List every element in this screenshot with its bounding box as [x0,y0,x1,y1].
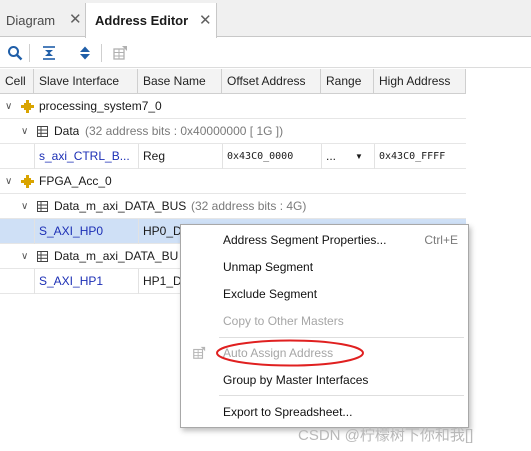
cell-slave-interface[interactable]: S_AXI_HP0 [39,219,103,244]
cell-detail: (32 address bits : 4G) [191,199,307,213]
cell-detail: (32 address bits : 0x40000000 [ 1G ]) [85,124,284,138]
tab-label: Diagram [6,12,56,28]
menu-item-exclude-segment[interactable]: Exclude Segment [181,282,468,306]
collapse-all-icon [43,46,55,60]
column-header-range[interactable]: Range [321,69,374,94]
menu-item-label: Copy to Other Masters [223,314,344,328]
cell-name: Data [54,124,80,138]
ip-block-icon [21,175,34,188]
column-header-cell[interactable]: Cell [0,69,34,94]
chevron-down-icon[interactable]: ∨ [21,119,28,144]
cell-slave-interface[interactable]: S_AXI_HP1 [39,269,103,294]
cell-base-name[interactable]: HP0_D [143,219,182,244]
menu-item-label: Group by Master Interfaces [223,373,369,387]
cell-range[interactable]: ... [326,144,336,169]
watermark: CSDN @柠檬树下你和我[] [298,427,474,444]
menu-item-unmap-segment[interactable]: Unmap Segment [181,255,468,279]
menu-item-label: Exclude Segment [223,287,318,301]
chevron-down-icon[interactable]: ∨ [5,169,12,194]
auto-assign-button[interactable] [109,42,131,64]
table-header: Cell Slave Interface Base Name Offset Ad… [0,69,466,94]
cell-name: Data_m_axi_DATA_BU [54,249,179,263]
column-header-high-address[interactable]: High Address [374,69,466,94]
table-row[interactable]: ∨ Data (32 address bits : 0x40000000 [ 1… [0,119,466,144]
close-icon[interactable]: ✕ [199,13,212,28]
auto-assign-icon [113,46,127,60]
menu-item-copy-to-other-masters: Copy to Other Masters [181,309,468,333]
menu-item-label: Address Segment Properties... [223,233,387,247]
cell-name: FPGA_Acc_0 [39,174,112,188]
tab-diagram[interactable]: Diagram ✕ [0,3,84,37]
menu-item-shortcut: Ctrl+E [424,233,458,247]
menu-item-label: Export to Spreadsheet... [223,405,353,419]
cell-name: Data_m_axi_DATA_BUS [54,199,187,213]
cell-high-address: 0x43C0_FFFF [379,151,446,162]
cell-offset-address[interactable]: 0x43C0_0000 [227,144,293,169]
column-header-base-name[interactable]: Base Name [138,69,222,94]
collapse-all-button[interactable] [38,42,60,64]
context-menu: Address Segment Properties... Ctrl+E Unm… [180,224,469,428]
toolbar [0,38,531,68]
address-space-icon [37,201,48,212]
dropdown-arrow-icon[interactable]: ▼ [355,144,363,169]
close-icon[interactable]: ✕ [69,12,82,27]
search-button[interactable] [4,42,26,64]
expand-all-button[interactable] [74,42,96,64]
menu-item-group-by-master-interfaces[interactable]: Group by Master Interfaces [181,368,468,392]
highlight-circle-annotation [216,339,364,367]
table-row[interactable]: ∨ processing_system7_0 [0,94,466,119]
address-space-icon [37,251,48,262]
tab-address-editor[interactable]: Address Editor ✕ [85,3,217,38]
menu-item-label: Unmap Segment [223,260,314,274]
cell-name: processing_system7_0 [39,99,162,113]
cell-slave-interface[interactable]: s_axi_CTRL_B... [39,144,136,169]
auto-assign-icon [193,346,206,359]
menu-item-address-segment-properties[interactable]: Address Segment Properties... Ctrl+E [181,228,468,252]
table-row[interactable]: ∨ Data_m_axi_DATA_BUS (32 address bits :… [0,194,466,219]
chevron-down-icon[interactable]: ∨ [21,194,28,219]
table-row[interactable]: ∨ FPGA_Acc_0 [0,169,466,194]
chevron-down-icon[interactable]: ∨ [21,244,28,269]
tab-bar: Diagram ✕ Address Editor ✕ [0,0,531,38]
ip-block-icon [21,100,34,113]
table-row[interactable]: s_axi_CTRL_B... Reg 0x43C0_0000 ... ▼ 0x… [0,144,466,169]
menu-separator [219,395,464,396]
column-header-slave-interface[interactable]: Slave Interface [34,69,138,94]
column-header-offset-address[interactable]: Offset Address [222,69,321,94]
cell-base-name[interactable]: HP1_D [143,269,182,294]
menu-item-export-to-spreadsheet[interactable]: Export to Spreadsheet... [181,400,468,424]
cell-base-name[interactable]: Reg [143,144,165,169]
chevron-down-icon[interactable]: ∨ [5,94,12,119]
tab-label: Address Editor [95,13,189,28]
search-icon [8,46,23,61]
address-space-icon [37,126,48,137]
expand-all-icon [80,46,90,60]
